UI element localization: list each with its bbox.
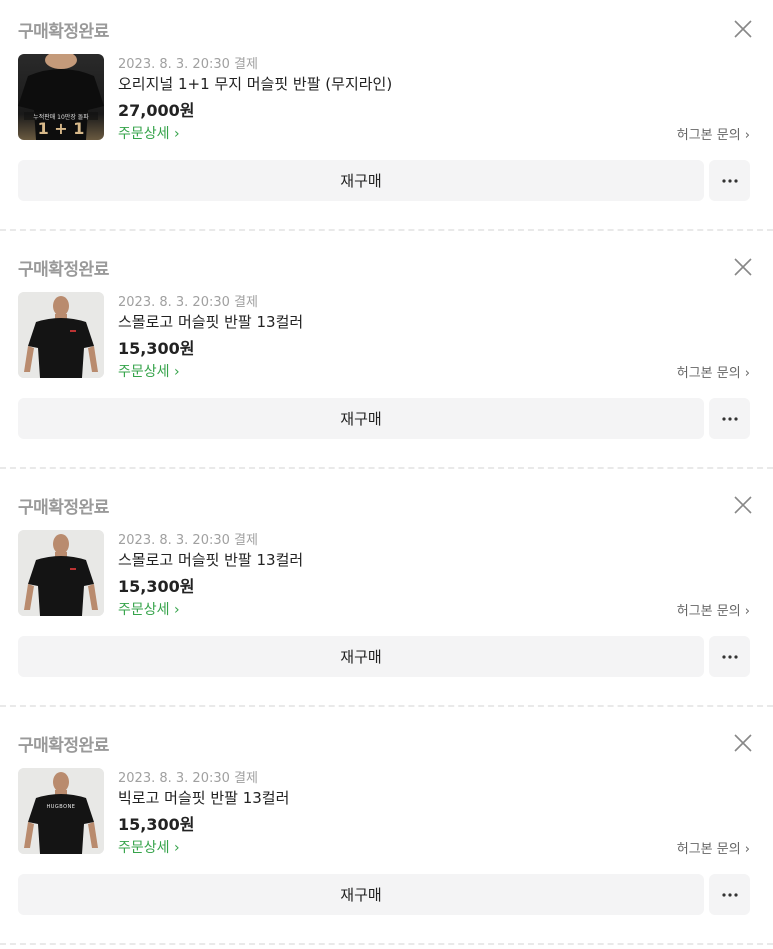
seller-inquiry-link[interactable]: 허그본 문의 › [677,600,750,619]
product-price: 15,300원 [118,815,195,834]
product-price: 15,300원 [118,339,195,358]
card-divider [0,943,773,945]
more-options-button[interactable] [709,874,750,915]
product-title[interactable]: 오리지널 1+1 무지 머슬핏 반팔 (무지라인) [118,73,392,94]
more-dots-icon [721,654,738,659]
more-options-button[interactable] [709,160,750,201]
product-thumbnail[interactable]: 누적판매 10만장 돌파 1 + 1 [18,54,104,140]
order-card: 구매확정완료 HUGBONE 2023. 8. 3. 20:30 결제 빅로고 … [0,714,773,949]
order-detail-link[interactable]: 주문상세 › [118,599,180,619]
order-detail-link[interactable]: 주문상세 › [118,361,180,381]
order-status: 구매확정완료 [18,22,109,42]
rebuy-button[interactable]: 재구매 [18,398,704,439]
more-dots-icon [721,416,738,421]
product-title[interactable]: 스몰로고 머슬핏 반팔 13컬러 [118,549,303,570]
thumbnail-logo: HUGBONE [46,804,76,810]
product-thumbnail[interactable] [18,292,104,378]
product-price: 27,000원 [118,101,195,120]
close-icon[interactable] [733,257,753,277]
product-thumbnail[interactable] [18,530,104,616]
order-card: 구매확정완료 2023. 8. 3. 20:30 결제 스몰로고 머슬핏 반팔 … [0,238,773,476]
product-title[interactable]: 스몰로고 머슬핏 반팔 13컬러 [118,311,303,332]
order-date: 2023. 8. 3. 20:30 결제 [118,771,258,786]
order-status: 구매확정완료 [18,736,109,756]
close-icon[interactable] [733,495,753,515]
order-date: 2023. 8. 3. 20:30 결제 [118,57,258,72]
product-price: 15,300원 [118,577,195,596]
order-date: 2023. 8. 3. 20:30 결제 [118,533,258,548]
order-detail-link[interactable]: 주문상세 › [118,123,180,143]
card-divider [0,229,773,231]
card-divider [0,467,773,469]
seller-inquiry-link[interactable]: 허그본 문의 › [677,124,750,143]
order-detail-link[interactable]: 주문상세 › [118,837,180,857]
more-dots-icon [721,178,738,183]
seller-inquiry-link[interactable]: 허그본 문의 › [677,362,750,381]
close-icon[interactable] [733,19,753,39]
rebuy-button[interactable]: 재구매 [18,874,704,915]
more-options-button[interactable] [709,636,750,677]
product-title[interactable]: 빅로고 머슬핏 반팔 13컬러 [118,787,289,808]
seller-inquiry-link[interactable]: 허그본 문의 › [677,838,750,857]
more-options-button[interactable] [709,398,750,439]
product-thumbnail[interactable]: HUGBONE [18,768,104,854]
close-icon[interactable] [733,733,753,753]
card-divider [0,705,773,707]
order-date: 2023. 8. 3. 20:30 결제 [118,295,258,310]
thumbnail-label: 1 + 1 [37,119,85,138]
order-status: 구매확정완료 [18,498,109,518]
order-status: 구매확정완료 [18,260,109,280]
order-list: 구매확정완료 누적판매 10만장 돌파 1 + 1 2023. 8. 3. 20… [0,0,773,949]
more-dots-icon [721,892,738,897]
order-card: 구매확정완료 누적판매 10만장 돌파 1 + 1 2023. 8. 3. 20… [0,0,773,238]
order-card: 구매확정완료 2023. 8. 3. 20:30 결제 스몰로고 머슬핏 반팔 … [0,476,773,714]
rebuy-button[interactable]: 재구매 [18,160,704,201]
rebuy-button[interactable]: 재구매 [18,636,704,677]
